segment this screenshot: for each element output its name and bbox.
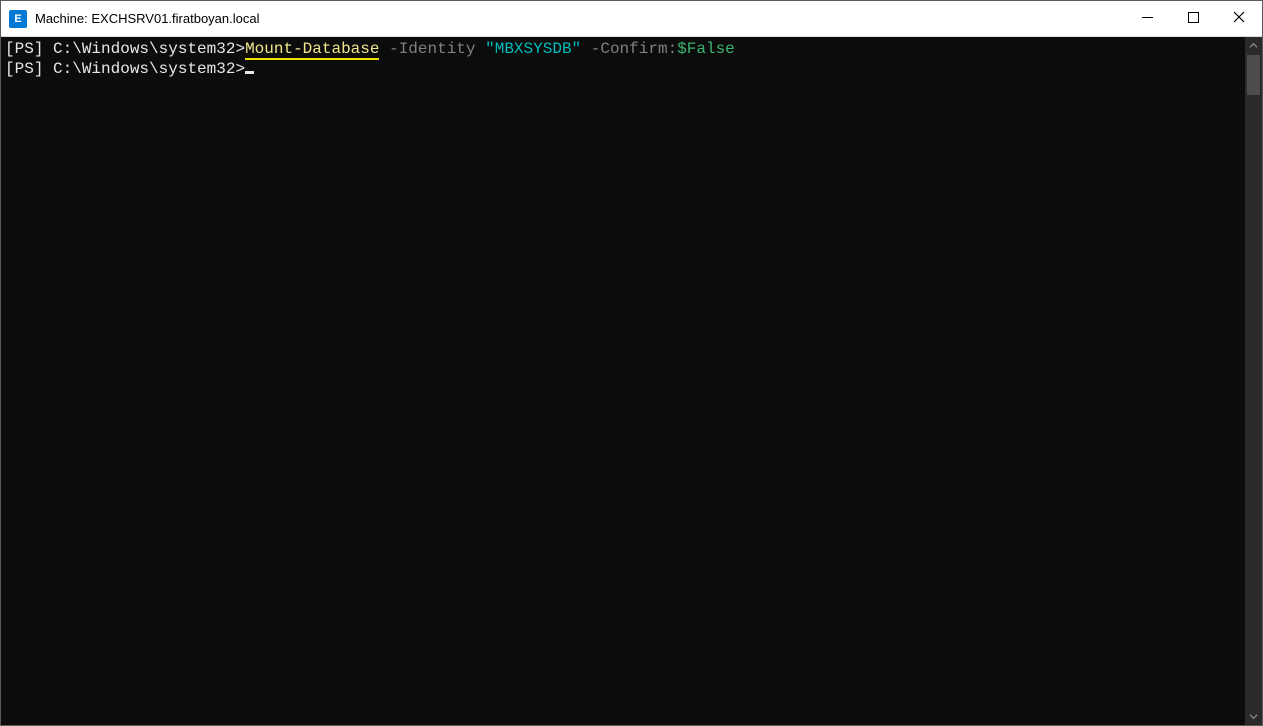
maximize-button[interactable] xyxy=(1170,1,1216,36)
prompt-gt: > xyxy=(235,40,245,58)
app-icon-letter: E xyxy=(14,13,21,25)
bool-literal: $False xyxy=(677,40,735,58)
chevron-up-icon xyxy=(1249,37,1258,55)
ps-tag: PS xyxy=(15,60,34,78)
ps-tag: PS xyxy=(15,40,34,58)
maximize-icon xyxy=(1188,11,1199,26)
string-literal: "MBXSYSDB" xyxy=(485,40,581,58)
space xyxy=(379,40,389,58)
console-window: E Machine: EXCHSRV01.firatboyan.local xyxy=(0,0,1263,726)
bracket-close: ] xyxy=(34,40,53,58)
window-title: Machine: EXCHSRV01.firatboyan.local xyxy=(35,11,260,26)
cursor xyxy=(245,71,254,74)
scrollbar-down-button[interactable] xyxy=(1245,708,1262,725)
chevron-down-icon xyxy=(1249,708,1258,726)
terminal-output[interactable]: [PS] C:\Windows\system32>Mount-Database … xyxy=(1,37,1245,725)
minimize-icon xyxy=(1142,11,1153,26)
close-button[interactable] xyxy=(1216,1,1262,36)
bracket-open: [ xyxy=(5,60,15,78)
cmdlet-name: Mount-Database xyxy=(245,40,379,60)
param-identity: -Identity xyxy=(389,40,475,58)
space xyxy=(581,40,591,58)
bracket-open: [ xyxy=(5,40,15,58)
terminal-line: [PS] C:\Windows\system32>Mount-Database … xyxy=(5,39,1245,59)
scrollbar-thumb[interactable] xyxy=(1247,55,1260,95)
scrollbar-up-button[interactable] xyxy=(1245,37,1262,54)
terminal-line: [PS] C:\Windows\system32> xyxy=(5,59,1245,79)
bracket-close: ] xyxy=(34,60,53,78)
titlebar[interactable]: E Machine: EXCHSRV01.firatboyan.local xyxy=(1,1,1262,37)
minimize-button[interactable] xyxy=(1124,1,1170,36)
space xyxy=(476,40,486,58)
prompt-path: C:\Windows\system32 xyxy=(53,40,235,58)
prompt-gt: > xyxy=(235,60,245,78)
param-confirm: -Confirm: xyxy=(591,40,677,58)
app-icon: E xyxy=(9,10,27,28)
terminal-area: [PS] C:\Windows\system32>Mount-Database … xyxy=(1,37,1262,725)
window-controls xyxy=(1124,1,1262,36)
prompt-path: C:\Windows\system32 xyxy=(53,60,235,78)
vertical-scrollbar[interactable] xyxy=(1245,37,1262,725)
close-icon xyxy=(1233,11,1245,26)
